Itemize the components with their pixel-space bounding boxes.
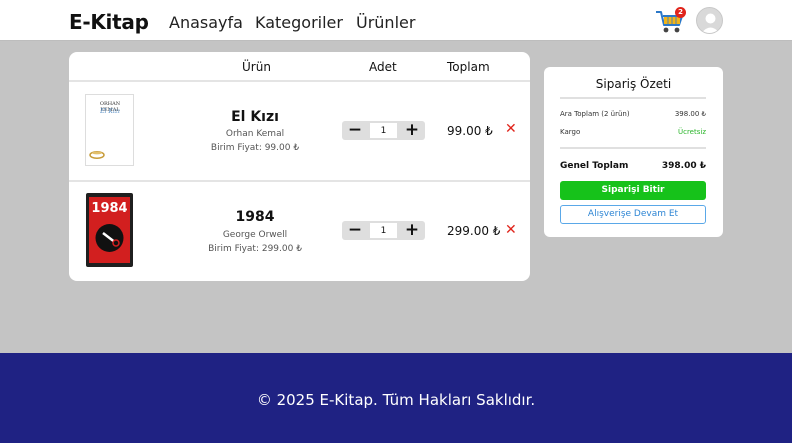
header-product: Ürün xyxy=(242,60,271,74)
remove-x-icon[interactable]: ✕ xyxy=(505,222,517,238)
quantity-stepper: − + xyxy=(342,221,425,240)
item-title: El Kızı xyxy=(231,109,279,125)
subtotal-value: 398.00 ₺ xyxy=(674,110,706,118)
book-cover-el-kizi[interactable]: ORHAN KEMAL El Kızı xyxy=(85,94,134,166)
cart-panel: Ürün Adet Toplam ORHAN KEMAL El Kızı El … xyxy=(69,52,530,281)
item-author: Orhan Kemal xyxy=(225,129,285,139)
summary-title: Sipariş Özeti xyxy=(595,77,672,91)
quantity-stepper: − + xyxy=(342,121,425,140)
brand-logo[interactable]: E-Kitap xyxy=(69,10,149,34)
cart-count-badge: 2 xyxy=(675,7,686,18)
header-divider xyxy=(69,80,530,82)
footer: © 2025 E-Kitap. Tüm Hakları Saklıdır. xyxy=(0,353,792,443)
item-unit-price: Birim Fiyat: 299.00 ₺ xyxy=(208,244,302,254)
footer-copyright: © 2025 E-Kitap. Tüm Hakları Saklıdır. xyxy=(256,391,536,409)
grand-total-label: Genel Toplam xyxy=(560,161,629,171)
header-total: Toplam xyxy=(447,60,490,74)
minus-icon[interactable]: − xyxy=(342,221,368,240)
plus-icon[interactable]: + xyxy=(399,121,425,140)
row-divider xyxy=(69,180,530,182)
shipping-label: Kargo xyxy=(560,128,581,136)
item-title: 1984 xyxy=(235,209,275,225)
summary-divider xyxy=(560,147,706,149)
navbar: E-Kitap Anasayfa Kategoriler Ürünler 2 xyxy=(0,0,792,41)
continue-shopping-button[interactable]: Alışverişe Devam Et xyxy=(560,205,706,224)
quantity-input[interactable] xyxy=(370,123,397,138)
minus-icon[interactable]: − xyxy=(342,121,368,140)
nav-link-products[interactable]: Ürünler xyxy=(356,13,415,32)
book-cover-1984[interactable]: 1984 xyxy=(86,193,133,267)
checkout-button[interactable]: Siparişi Bitir xyxy=(560,181,706,200)
remove-x-icon[interactable]: ✕ xyxy=(505,121,517,137)
item-unit-price: Birim Fiyat: 99.00 ₺ xyxy=(210,143,300,153)
item-line-total: 99.00 ₺ xyxy=(447,124,493,138)
order-summary-panel: Sipariş Özeti Ara Toplam (2 ürün) 398.00… xyxy=(544,67,723,237)
plus-icon[interactable]: + xyxy=(399,221,425,240)
subtotal-label: Ara Toplam (2 ürün) xyxy=(560,110,630,118)
item-line-total: 299.00 ₺ xyxy=(447,224,501,238)
avatar-user-icon[interactable] xyxy=(696,7,723,34)
grand-total-value: 398.00 ₺ xyxy=(661,161,706,171)
nav-link-categories[interactable]: Kategoriler xyxy=(255,13,343,32)
header-quantity: Adet xyxy=(369,60,397,74)
item-author: George Orwell xyxy=(222,230,288,240)
nav-link-home[interactable]: Anasayfa xyxy=(169,13,243,32)
quantity-input[interactable] xyxy=(370,223,397,238)
summary-divider xyxy=(560,97,706,99)
shipping-value: Ücretsiz xyxy=(677,128,706,136)
